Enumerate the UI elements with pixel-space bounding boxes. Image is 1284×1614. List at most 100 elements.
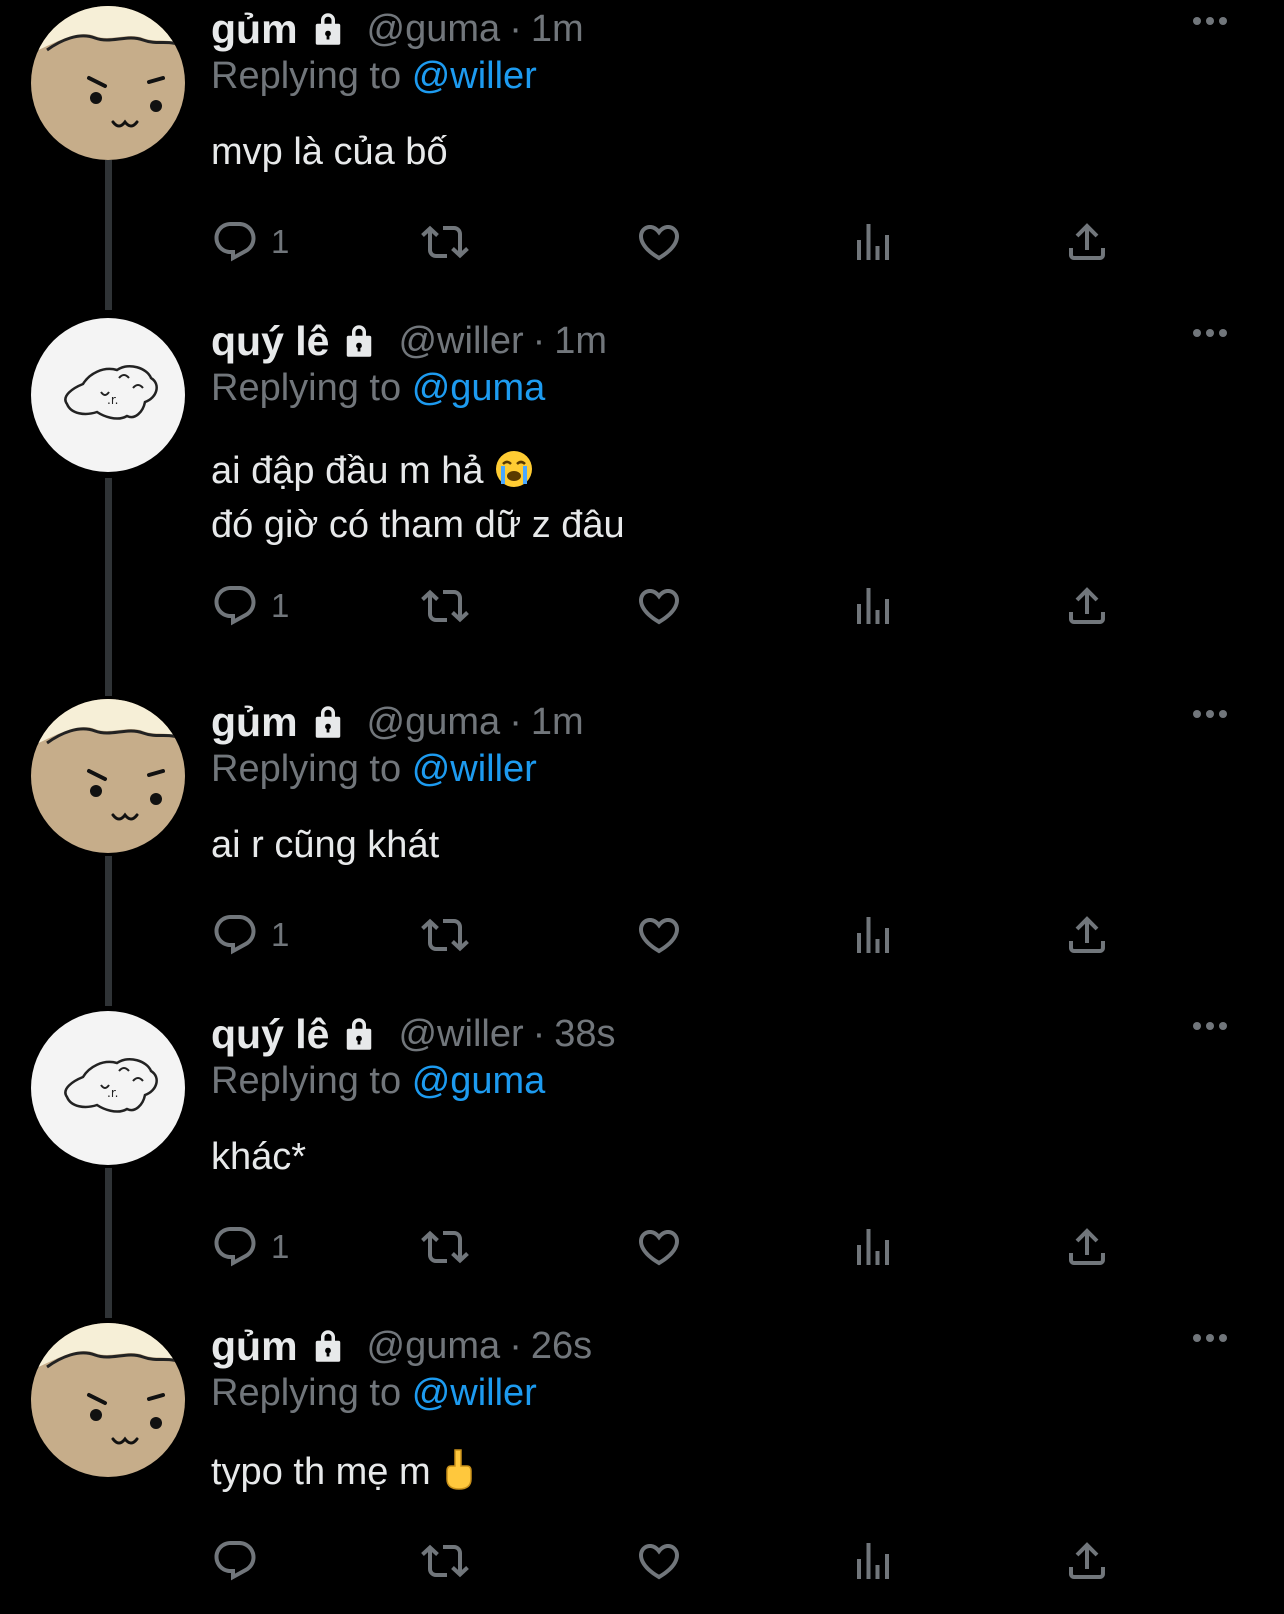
tweet-header: quý lê @willer · 38s	[211, 1009, 616, 1059]
reply-count: 1	[271, 916, 290, 953]
views-button[interactable]	[849, 1221, 897, 1273]
action-bar	[211, 1535, 1131, 1587]
timestamp[interactable]: 38s	[554, 1013, 615, 1056]
tweet[interactable]: quý lê @willer · 38s Replying to @guma k…	[0, 1005, 1284, 1317]
tweet-text: mvp là của bố	[211, 125, 448, 179]
display-name[interactable]: quý lê	[211, 1011, 329, 1058]
tweet-text: typo th mẹ m	[211, 1445, 475, 1499]
like-icon	[635, 218, 683, 266]
tweet-text-line: ai r cũng khát	[211, 824, 440, 866]
action-bar: 1	[211, 580, 1131, 632]
replying-prefix: Replying to	[211, 367, 402, 409]
display-name[interactable]: gủm	[211, 6, 298, 53]
display-name[interactable]: gủm	[211, 1323, 298, 1370]
avatar[interactable]	[31, 318, 185, 472]
more-icon[interactable]	[1190, 707, 1230, 721]
share-icon	[1063, 218, 1111, 266]
share-button[interactable]	[1063, 909, 1111, 961]
tweet[interactable]: gủm @guma · 26s Replying to @willer typo…	[0, 1317, 1284, 1614]
share-button[interactable]	[1063, 580, 1111, 632]
share-button[interactable]	[1063, 216, 1111, 268]
tweet[interactable]: gủm @guma · 1m Replying to @willer mvp l…	[0, 0, 1284, 320]
display-name[interactable]: quý lê	[211, 318, 329, 365]
tweet[interactable]: gủm @guma · 1m Replying to @willer ai r …	[0, 693, 1284, 1005]
tweet-header: gủm @guma · 1m	[211, 4, 584, 54]
timestamp[interactable]: 26s	[531, 1325, 592, 1368]
handle[interactable]: @guma	[367, 701, 501, 744]
handle[interactable]: @willer	[398, 320, 523, 363]
reply-count: 1	[271, 587, 290, 624]
more-icon[interactable]	[1190, 1019, 1230, 1033]
reply-button[interactable]: 1	[211, 580, 289, 632]
like-icon	[635, 1223, 683, 1271]
avatar[interactable]	[31, 699, 185, 853]
views-icon	[849, 1223, 897, 1271]
like-button[interactable]	[635, 1221, 683, 1273]
tweet-text: ai đập đầu m hả đó giờ có tham dữ z đâu	[211, 444, 625, 552]
views-icon	[849, 582, 897, 630]
views-icon	[849, 1537, 897, 1585]
reply-button[interactable]	[211, 1535, 271, 1587]
mention-link[interactable]: @willer	[412, 55, 537, 97]
separator: ·	[532, 1012, 546, 1055]
handle[interactable]: @guma	[367, 8, 501, 51]
tweet-header: gủm @guma · 26s	[211, 1321, 592, 1371]
replying-to: Replying to @willer	[211, 748, 537, 791]
more-icon[interactable]	[1190, 326, 1230, 340]
avatar[interactable]	[31, 6, 185, 160]
views-button[interactable]	[849, 216, 897, 268]
replying-prefix: Replying to	[211, 1372, 402, 1414]
timestamp[interactable]: 1m	[554, 320, 607, 363]
tweet-text-line: mvp là của bố	[211, 131, 448, 173]
timestamp[interactable]: 1m	[531, 8, 584, 51]
replying-prefix: Replying to	[211, 1060, 402, 1102]
retweet-button[interactable]	[421, 1535, 469, 1587]
reply-button[interactable]: 1	[211, 216, 289, 268]
action-bar: 1	[211, 216, 1131, 268]
views-icon	[849, 911, 897, 959]
avatar[interactable]	[31, 1323, 185, 1477]
like-button[interactable]	[635, 580, 683, 632]
separator: ·	[509, 7, 522, 50]
display-name[interactable]: gủm	[211, 699, 298, 746]
tweet-text-line: typo th mẹ m	[211, 1451, 431, 1493]
middle-finger-emoji	[446, 1449, 472, 1490]
views-button[interactable]	[849, 909, 897, 961]
share-button[interactable]	[1063, 1221, 1111, 1273]
retweet-icon	[421, 582, 469, 630]
handle[interactable]: @guma	[367, 1325, 501, 1368]
retweet-button[interactable]	[421, 216, 469, 268]
share-icon	[1063, 582, 1111, 630]
reply-icon	[211, 911, 259, 959]
like-icon	[635, 911, 683, 959]
tweet[interactable]: quý lê @willer · 1m Replying to @guma ai…	[0, 312, 1284, 692]
like-button[interactable]	[635, 216, 683, 268]
mention-link[interactable]: @guma	[412, 1060, 546, 1102]
mention-link[interactable]: @willer	[412, 1372, 537, 1414]
views-button[interactable]	[849, 1535, 897, 1587]
retweet-icon	[421, 218, 469, 266]
reply-button[interactable]: 1	[211, 1221, 289, 1273]
like-button[interactable]	[635, 1535, 683, 1587]
tweet-text-line: đó giờ có tham dữ z đâu	[211, 504, 625, 546]
tweet-header: gủm @guma · 1m	[211, 697, 584, 747]
mention-link[interactable]: @guma	[412, 367, 546, 409]
mention-link[interactable]: @willer	[412, 748, 537, 790]
more-icon[interactable]	[1190, 14, 1230, 28]
share-button[interactable]	[1063, 1535, 1111, 1587]
retweet-button[interactable]	[421, 1221, 469, 1273]
replying-to: Replying to @willer	[211, 55, 537, 98]
reply-button[interactable]: 1	[211, 909, 289, 961]
avatar[interactable]	[31, 1011, 185, 1165]
action-bar: 1	[211, 909, 1131, 961]
reply-icon	[211, 1223, 259, 1271]
retweet-button[interactable]	[421, 909, 469, 961]
handle[interactable]: @willer	[398, 1013, 523, 1056]
retweet-button[interactable]	[421, 580, 469, 632]
lock-icon	[307, 1325, 349, 1367]
replying-to: Replying to @guma	[211, 367, 545, 410]
timestamp[interactable]: 1m	[531, 701, 584, 744]
views-button[interactable]	[849, 580, 897, 632]
like-button[interactable]	[635, 909, 683, 961]
more-icon[interactable]	[1190, 1331, 1230, 1345]
